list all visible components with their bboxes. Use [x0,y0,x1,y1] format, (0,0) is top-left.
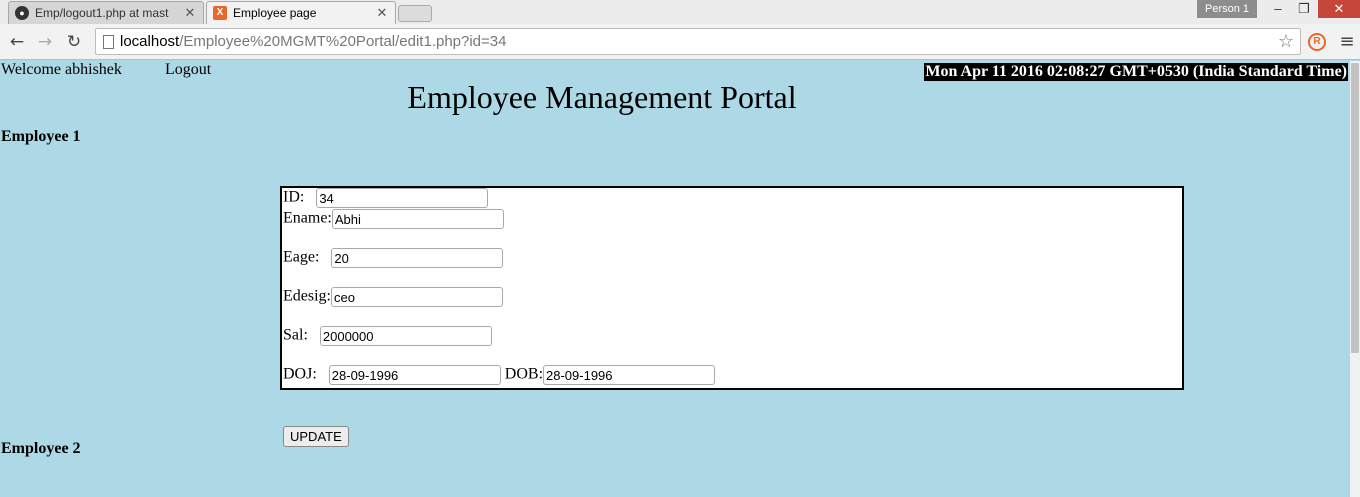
minimize-icon[interactable]: – [1265,0,1291,18]
employee-2-heading: Employee 2 [1,440,81,457]
github-icon: ● [15,6,29,20]
date-row: DOJ: DOB: [283,365,716,385]
edit-employee-form: ID: Ename: Eage: Edesig: Sal: DOJ: DOB: [280,186,1184,390]
url-path: /Employee%20MGMT%20Portal/edit1.php?id=3… [179,33,507,50]
new-tab-button[interactable] [398,5,432,22]
welcome-text: Welcome abhishek [1,61,122,78]
edesig-label: Edesig: [283,287,331,305]
tab-github[interactable]: ● Emp/logout1.php at mast ✕ [8,1,204,24]
xampp-icon: X [213,6,227,20]
reload-icon[interactable]: ↻ [63,31,85,53]
close-icon[interactable]: ✕ [183,5,197,21]
sal-row: Sal: [283,326,492,346]
dob-input[interactable] [543,365,716,385]
bookmark-star-icon[interactable]: ☆ [1278,29,1294,54]
eage-input[interactable] [331,248,504,268]
doj-input[interactable] [328,365,501,385]
id-input[interactable] [316,188,489,208]
scrollbar-thumb[interactable] [1351,63,1359,353]
menu-icon[interactable]: ≡ [1338,31,1356,53]
tab-title: Emp/logout1.php at mast [35,6,169,20]
edesig-input[interactable] [331,287,503,307]
page-title: Employee Management Portal [407,79,797,115]
logout-link[interactable]: Logout [165,61,211,79]
update-button[interactable]: UPDATE [283,426,349,447]
forward-icon[interactable]: → [34,31,56,53]
address-bar[interactable]: localhost/Employee%20MGMT%20Portal/edit1… [95,28,1301,55]
back-icon[interactable]: ← [6,31,28,53]
sal-label: Sal: [283,326,308,344]
tab-employee-page[interactable]: X Employee page ✕ [206,1,396,24]
eage-label: Eage: [283,248,320,266]
edesig-row: Edesig: [283,287,503,307]
doj-label: DOJ: [283,365,317,383]
page-icon [103,35,114,49]
sal-input[interactable] [319,326,492,346]
restore-icon[interactable]: ❐ [1291,0,1317,18]
eage-row: Eage: [283,248,504,268]
profile-button[interactable]: Person 1 [1197,0,1257,18]
ename-row: Ename: [283,209,504,229]
ename-label: Ename: [283,209,332,227]
employee-1-heading: Employee 1 [1,128,81,145]
scrollbar[interactable] [1350,61,1360,497]
page-content: Welcome abhishek Logout Mon Apr 11 2016 … [0,61,1350,497]
extension-icon[interactable]: R [1308,33,1326,51]
ename-input[interactable] [331,209,504,229]
dob-label: DOB: [504,365,544,383]
id-label: ID: [283,188,305,206]
tab-title: Employee page [233,6,317,20]
tab-strip: ● Emp/logout1.php at mast ✕ X Employee p… [0,0,1360,24]
id-row: ID: [283,188,489,208]
url-text: localhost/Employee%20MGMT%20Portal/edit1… [120,29,506,54]
browser-toolbar: ← → ↻ localhost/Employee%20MGMT%20Portal… [0,24,1360,60]
window-close-icon[interactable]: ✕ [1318,0,1360,18]
url-host: localhost [120,33,180,50]
close-icon[interactable]: ✕ [375,5,389,21]
